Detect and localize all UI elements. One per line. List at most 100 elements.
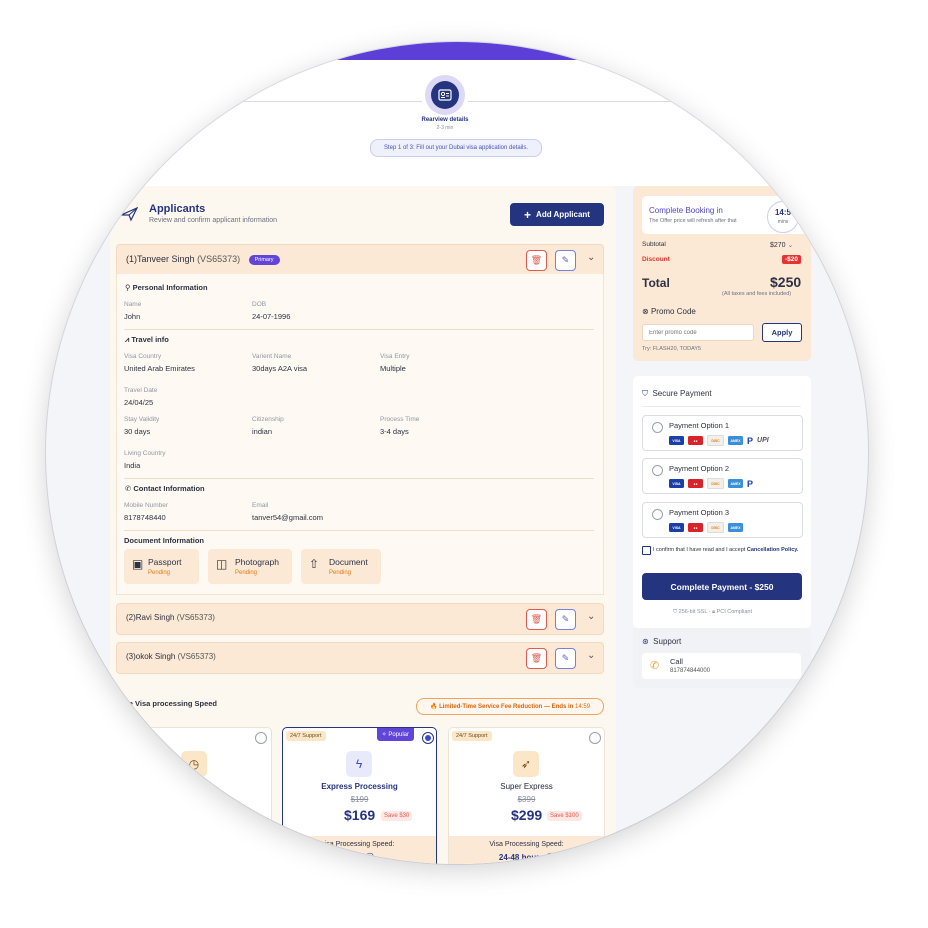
save-tag: Save $100 xyxy=(547,811,582,821)
travel-date-label: Travel Date xyxy=(124,387,158,394)
plane-icon xyxy=(120,206,139,227)
mobile-label: Mobile Number xyxy=(124,502,169,509)
visa-country-value: United Arab Emirates xyxy=(124,364,195,373)
card-price: $169 xyxy=(344,807,376,823)
total-label: Total xyxy=(642,276,670,290)
stepper-line-right xyxy=(468,101,868,102)
cancellation-policy-link[interactable]: Cancellation Policy. xyxy=(747,547,799,553)
popular-badge: ✧ Popular xyxy=(376,728,414,741)
subtotal-value[interactable]: $270 ⌄ xyxy=(770,241,793,249)
fire-icon: 🔥 xyxy=(429,704,440,710)
payment-option-3[interactable]: Payment Option 3 VISA ●● DISC AMEX xyxy=(642,502,803,538)
edit-applicant-2-button[interactable]: ✎ xyxy=(555,609,576,630)
discover-icon: DISC xyxy=(707,522,724,533)
document-info-title: Document Information xyxy=(124,536,204,545)
timer-value: 14:5 xyxy=(774,208,791,217)
super-express-card[interactable]: 24/7 Support ➶ Super Express $399 $299 S… xyxy=(448,727,605,864)
document-status: Pending xyxy=(148,570,171,576)
applicant-3-name: (3)okok Singh (VS65373) xyxy=(126,652,216,661)
lifebuoy-icon: ⊛ xyxy=(642,637,651,646)
chevron-down-icon: ⌄ xyxy=(787,242,794,249)
old-price: $399 xyxy=(517,795,536,804)
travel-info-title: Travel info xyxy=(131,335,169,344)
payment-option-label: Payment Option 1 xyxy=(669,421,730,430)
applicant-1-header[interactable]: (1)Tanveer Singh (VS65373) Primary 🗑 ✎ ⌄ xyxy=(116,244,604,276)
step-duration: 2-3 min xyxy=(436,125,454,131)
document-name: Passport xyxy=(148,557,182,567)
edit-icon: ✎ xyxy=(561,255,570,265)
payment-option-2-radio[interactable] xyxy=(652,465,663,476)
applicant-2-header[interactable]: (2)Ravi Singh (VS65373) 🗑 ✎ ⌄ xyxy=(116,603,604,635)
delete-applicant-2-button[interactable]: 🗑 xyxy=(526,609,547,630)
delete-applicant-3-button[interactable]: 🗑 xyxy=(526,648,547,669)
document-name: Document xyxy=(329,557,368,567)
chevron-down-icon[interactable]: ⌄ xyxy=(587,650,595,661)
variant-label: Varient Name xyxy=(252,353,292,360)
edit-applicant-1-button[interactable]: ✎ xyxy=(555,250,576,271)
card-logos: VISA ●● DISC AMEX P xyxy=(669,478,753,489)
apply-button[interactable]: Apply xyxy=(762,323,802,342)
payment-option-2[interactable]: Payment Option 2 VISA ●● DISC AMEX P xyxy=(642,458,803,494)
promo-code-input[interactable] xyxy=(642,324,754,341)
complete-payment-button[interactable]: Complete Payment - $250 xyxy=(642,573,802,600)
stay-validity-value: 30 days xyxy=(124,427,151,436)
passport-document[interactable]: ▣ Passport Pending xyxy=(124,549,199,584)
visa-icon: VISA xyxy=(669,436,684,445)
plus-icon: + xyxy=(524,207,532,222)
document-status: Pending xyxy=(329,570,352,576)
paypal-icon: P xyxy=(747,478,754,489)
security-note: ⛉ 256-bit SSL · 🔒︎ PCI Compliant xyxy=(673,609,753,615)
tag-icon: ⊗ xyxy=(642,307,651,316)
standard-processing-card[interactable]: ◷ ssing xyxy=(118,727,272,864)
visa-icon: VISA xyxy=(669,479,684,488)
payment-option-1-radio[interactable] xyxy=(652,422,663,433)
amex-icon: AMEX xyxy=(728,436,743,445)
payment-option-label: Payment Option 2 xyxy=(669,464,730,473)
info-icon: ⓘ xyxy=(365,853,374,862)
speed-value-text: 24-48 hours xyxy=(498,853,544,862)
standard-radio[interactable] xyxy=(255,732,267,744)
step-label: Rearview details xyxy=(421,117,469,123)
timer-unit: mins xyxy=(777,219,789,225)
email-label: Email xyxy=(252,502,269,509)
call-support-button[interactable]: ✆ Call 817874844000 xyxy=(642,653,801,679)
camera-icon: ◫ xyxy=(216,557,228,571)
chevron-down-icon[interactable]: ⌄ xyxy=(587,611,595,622)
promo-hint: Try: FLASH20, TODAY5 xyxy=(642,346,702,352)
speed-value: 24-48 hours ⓘ xyxy=(449,852,604,863)
delete-applicant-1-button[interactable]: 🗑 xyxy=(526,250,547,271)
applicant-3-header[interactable]: (3)okok Singh (VS65373) 🗑 ✎ ⌄ xyxy=(116,642,604,674)
applicant-3-fullname: (3)okok Singh xyxy=(126,652,176,661)
speed-title: ose Visa processing Speed xyxy=(120,699,217,708)
consent-checkbox[interactable] xyxy=(642,546,651,555)
card-name: ssing xyxy=(187,782,207,791)
limited-offer-text: Limited-Time Service Fee Reduction — End… xyxy=(439,703,574,710)
call-label: Call xyxy=(670,657,683,666)
payment-option-3-radio[interactable] xyxy=(652,509,663,520)
trash-icon: 🗑 xyxy=(530,614,543,624)
support-title: ⊛ Support xyxy=(642,637,681,646)
express-processing-card[interactable]: 24/7 Support ✧ Popular ϟ Express Process… xyxy=(282,727,437,864)
rocket-icon: ➶ xyxy=(513,751,539,777)
travel-info-section: ⩘ Travel info xyxy=(125,335,169,345)
photograph-document[interactable]: ◫ Photograph Pending xyxy=(208,549,292,584)
express-radio[interactable] xyxy=(422,732,434,744)
save-tag: Save $30 xyxy=(381,811,413,821)
secure-payment-title: ⛉ Secure Payment xyxy=(642,389,712,399)
trash-icon: 🗑 xyxy=(530,255,543,265)
chevron-up-icon[interactable]: ⌄ xyxy=(587,252,595,263)
edit-applicant-3-button[interactable]: ✎ xyxy=(555,648,576,669)
payment-option-1[interactable]: Payment Option 1 VISA ●● DISC AMEX P UPI xyxy=(642,415,803,451)
add-applicant-button[interactable]: + Add Applicant xyxy=(510,203,604,226)
document-status: Pending xyxy=(235,570,258,576)
discover-icon: DISC xyxy=(707,478,724,489)
edit-icon: ✎ xyxy=(561,653,570,663)
complete-booking-title: Complete Booking in xyxy=(649,206,723,215)
contact-info-title: Contact Information xyxy=(133,484,205,493)
consent-text: I confirm that I have read and I accept … xyxy=(653,545,803,555)
super-express-radio[interactable] xyxy=(589,732,601,744)
other-document[interactable]: ⇧ Document Pending xyxy=(301,549,381,584)
call-number: 817874844000 xyxy=(670,668,711,674)
name-value: John xyxy=(124,312,141,321)
stay-validity-label: Stay Validity xyxy=(124,416,160,423)
